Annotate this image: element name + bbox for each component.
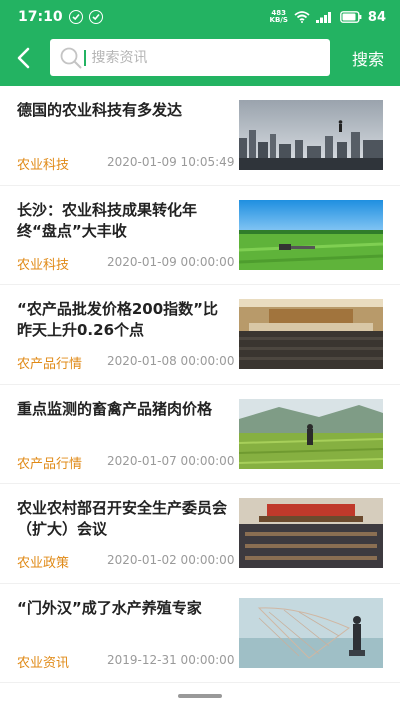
news-category: 农业资讯: [17, 655, 70, 671]
status-bar: 17:10 483 KB/S 84: [0, 0, 400, 34]
sync-check-icon: [68, 10, 83, 24]
news-title: “农产品批发价格200指数”比昨天上升0.26个点: [17, 300, 219, 339]
news-title: “门外汉”成了水产养殖专家: [17, 598, 202, 617]
fishing-net-photo: [239, 597, 383, 668]
news-category: 农业科技: [17, 257, 70, 273]
net-speed: 483 KB/S: [269, 9, 288, 24]
search-box[interactable]: [50, 39, 330, 76]
meeting-room-photo: [239, 498, 383, 568]
news-item[interactable]: 农业农村部召开安全生产委员会（扩大）会议 农业政策 2020-01-02 00:…: [0, 484, 400, 584]
news-title: 农业农村部召开安全生产委员会（扩大）会议: [17, 499, 228, 538]
news-date: 2020-01-09 10:05:49: [107, 155, 235, 169]
battery-level: 84: [367, 9, 386, 25]
rice-terrace-farmer-photo: [239, 398, 383, 469]
news-item[interactable]: 重点监测的畜禽产品猪肉价格 农产品行情 2020-01-07 00:00:00: [0, 385, 400, 484]
news-item[interactable]: “农产品批发价格200指数”比昨天上升0.26个点 农产品行情 2020-01-…: [0, 285, 400, 385]
news-date: 2020-01-09 00:00:00: [107, 254, 235, 269]
conference-hall-photo: [239, 299, 383, 369]
search-input[interactable]: [91, 49, 312, 66]
city-skyline-photo: [239, 100, 383, 170]
status-time: 17:10: [18, 9, 63, 25]
news-date: 2020-01-08 00:00:00: [107, 354, 235, 368]
news-date: 2020-01-02 00:00:00: [107, 553, 235, 567]
news-category: 农业科技: [17, 158, 70, 173]
signal-icon: [315, 12, 331, 23]
wifi-icon: [294, 11, 310, 23]
battery-icon: [340, 11, 362, 23]
back-button[interactable]: [10, 44, 38, 72]
news-item[interactable]: 德国的农业科技有多发达 农业科技 2020-01-09 10:05:49: [0, 86, 400, 186]
gesture-nav-bar[interactable]: [178, 694, 222, 698]
news-date: 2020-01-07 00:00:00: [107, 453, 235, 468]
news-list: 德国的农业科技有多发达 农业科技 2020-01-09 10:05:49 长沙：…: [0, 86, 400, 683]
search-icon: [60, 47, 82, 68]
news-category: 农产品行情: [17, 456, 83, 472]
news-title: 德国的农业科技有多发达: [17, 101, 183, 119]
news-item[interactable]: 长沙：农业科技成果转化年终“盘点”大丰收 农业科技 2020-01-09 00:…: [0, 186, 400, 285]
news-category: 农产品行情: [17, 357, 83, 372]
green-field-tractor-photo: [239, 199, 383, 270]
chevron-left-icon: [17, 47, 30, 69]
search-button[interactable]: 搜索: [352, 46, 384, 70]
news-item[interactable]: “门外汉”成了水产养殖专家 农业资讯 2019-12-31 00:00:00: [0, 584, 400, 683]
news-date: 2019-12-31 00:00:00: [107, 652, 235, 667]
header-bar: 搜索: [0, 34, 400, 86]
text-cursor: [84, 49, 86, 66]
news-category: 农业政策: [17, 556, 70, 571]
news-title: 长沙：农业科技成果转化年终“盘点”大丰收: [17, 200, 198, 240]
news-title: 重点监测的畜禽产品猪肉价格: [17, 399, 213, 418]
done-check-icon: [88, 10, 103, 24]
